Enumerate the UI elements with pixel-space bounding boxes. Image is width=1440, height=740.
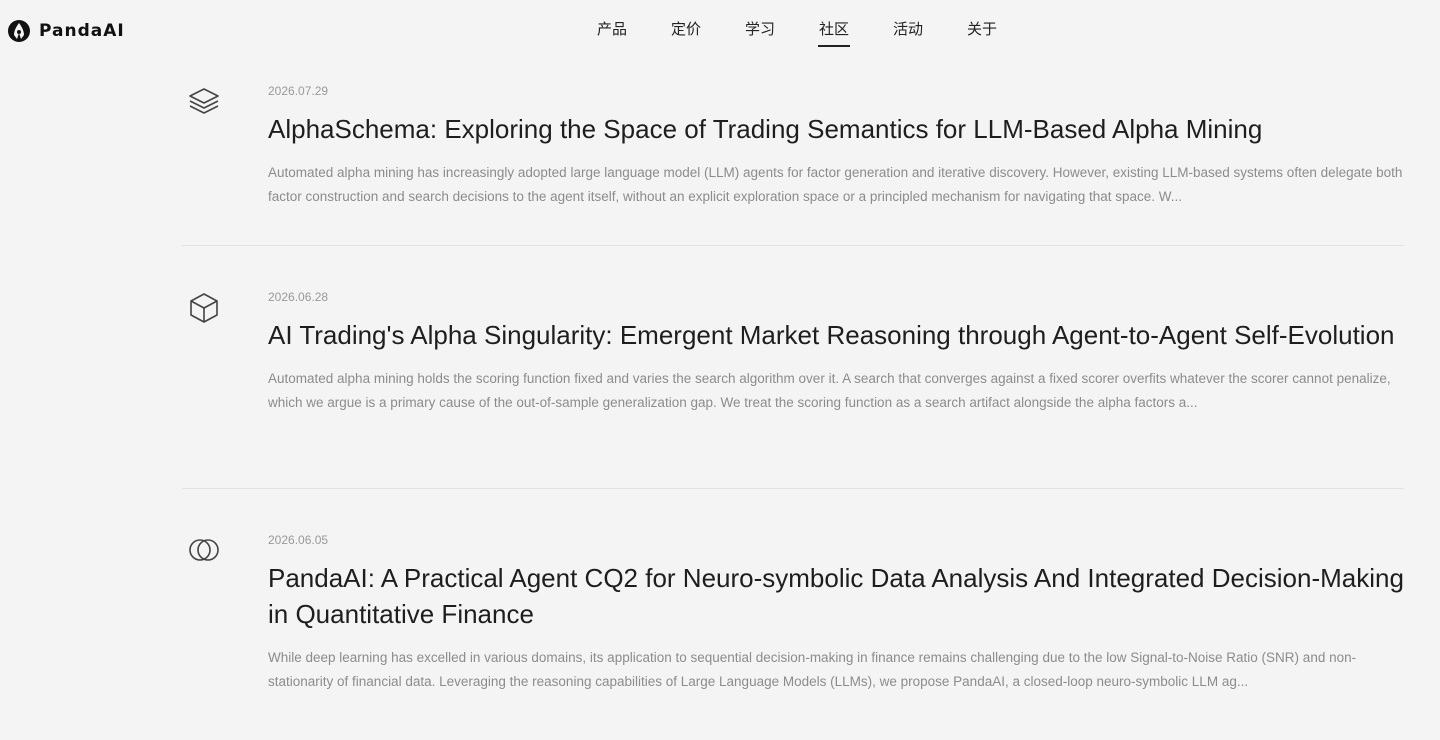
nav-item-learn[interactable]: 学习 [723,18,797,49]
article-abstract: Automated alpha mining holds the scoring… [268,371,1391,410]
article-item: 2026.06.05 PandaAI: A Practical Agent CQ… [182,489,1404,694]
nav-item-about[interactable]: 关于 [945,18,1019,49]
main-nav: 产品 定价 学习 社区 活动 关于 [575,18,1019,49]
top-navigation-bar: PandaAI 产品 定价 学习 社区 活动 关于 [0,0,1440,62]
nav-item-events[interactable]: 活动 [871,18,945,49]
panda-logo-icon [8,20,30,42]
article-date: 2026.07.29 [268,84,329,98]
nav-item-pricing[interactable]: 定价 [649,18,723,49]
article-title[interactable]: AlphaSchema: Exploring the Space of Trad… [268,111,1404,147]
logo[interactable]: PandaAI [7,19,125,43]
nav-item-products[interactable]: 产品 [575,18,649,49]
overlapping-circles-icon [186,532,222,568]
nav-item-community[interactable]: 社区 [797,18,871,49]
article-title[interactable]: AI Trading's Alpha Singularity: Emergent… [268,317,1404,353]
article-title[interactable]: PandaAI: A Practical Agent CQ2 for Neuro… [268,560,1404,632]
article-date: 2026.06.05 [268,533,329,547]
article-abstract: While deep learning has excelled in vari… [268,650,1357,689]
article-item: 2026.06.28 AI Trading's Alpha Singularit… [182,246,1404,489]
article-item: 2026.07.29 AlphaSchema: Exploring the Sp… [182,62,1404,246]
article-list: 2026.07.29 AlphaSchema: Exploring the Sp… [182,62,1404,694]
cube-icon [186,289,222,325]
article-abstract: Automated alpha mining has increasingly … [268,165,1403,204]
logo-text: PandaAI [39,21,125,41]
article-date: 2026.06.28 [268,290,329,304]
layers-icon [186,83,222,119]
